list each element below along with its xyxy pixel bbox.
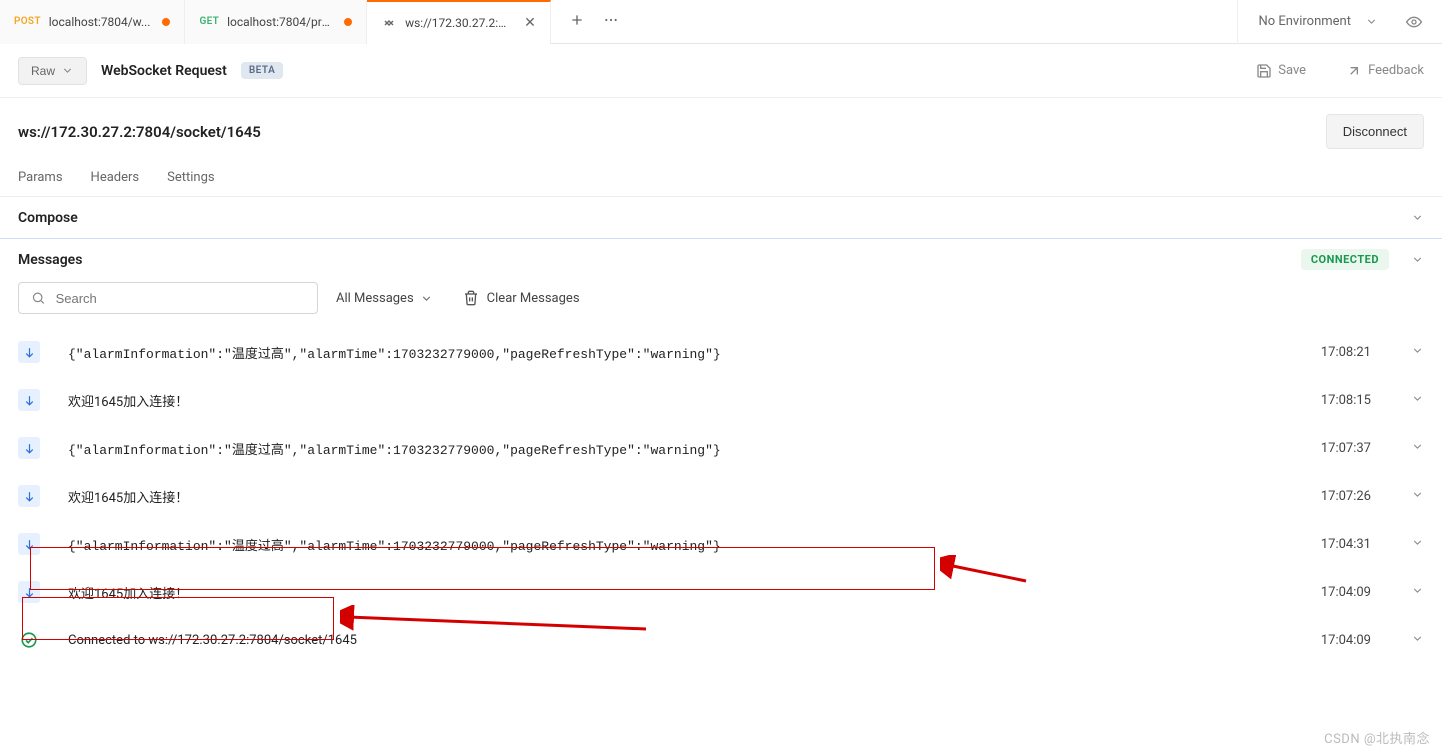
message-body: {"alarmInformation":"温度过高","alarmTime":1… (68, 535, 1279, 554)
message-time: 17:04:09 (1307, 585, 1371, 600)
tab-title: localhost:7804/pri... (227, 15, 332, 29)
chevron-down-icon[interactable] (1411, 211, 1424, 224)
request-name: WebSocket Request (101, 63, 227, 79)
connected-badge: CONNECTED (1301, 249, 1389, 270)
message-time: 17:08:15 (1307, 393, 1371, 408)
trash-icon (463, 290, 479, 306)
tab-0[interactable]: POST localhost:7804/w... (0, 0, 185, 44)
message-row[interactable]: {"alarmInformation":"温度过高","alarmTime":1… (0, 328, 1442, 376)
tab-params[interactable]: Params (18, 170, 63, 185)
url-row: ws://172.30.27.2:7804/socket/1645 Discon… (0, 98, 1442, 159)
message-body: {"alarmInformation":"温度过高","alarmTime":1… (68, 343, 1279, 362)
tab-2[interactable]: ws://172.30.27.2:7... ✕ (367, 0, 551, 44)
chevron-down-icon[interactable] (1411, 584, 1424, 601)
message-row[interactable]: {"alarmInformation":"温度过高","alarmTime":1… (0, 424, 1442, 472)
message-time: 17:07:37 (1307, 441, 1371, 456)
add-tab-button[interactable] (569, 12, 585, 32)
messages-header: Messages CONNECTED (0, 239, 1442, 278)
arrow-down-icon (18, 389, 40, 411)
clear-label: Clear Messages (487, 291, 580, 306)
arrow-down-icon (18, 437, 40, 459)
message-filter-dropdown[interactable]: All Messages (336, 291, 433, 306)
tab-title: ws://172.30.27.2:7... (405, 16, 510, 30)
message-body: 欢迎1645加入连接！ (68, 487, 1279, 506)
message-row[interactable]: {"alarmInformation":"温度过高","alarmTime":1… (0, 520, 1442, 568)
search-box[interactable] (18, 282, 318, 314)
tab-title: localhost:7804/w... (49, 15, 151, 29)
more-tabs-button[interactable] (603, 12, 619, 32)
search-icon (31, 290, 46, 306)
tabs-bar: POST localhost:7804/w... GET localhost:7804… (0, 0, 1442, 44)
messages-filter-row: All Messages Clear Messages (0, 278, 1442, 328)
chevron-down-icon[interactable] (1411, 392, 1424, 409)
connected-icon (18, 629, 40, 651)
save-icon (1256, 63, 1272, 79)
messages-title: Messages (18, 252, 1289, 268)
environment-label: No Environment (1258, 14, 1351, 29)
method-badge: GET (199, 16, 219, 27)
arrow-down-icon (18, 533, 40, 555)
chevron-down-icon[interactable] (1411, 632, 1424, 649)
message-time: 17:04:31 (1307, 537, 1371, 552)
message-body: 欢迎1645加入连接！ (68, 583, 1279, 602)
tab-settings[interactable]: Settings (167, 170, 214, 185)
unsaved-dot-icon (162, 18, 170, 26)
eye-icon[interactable] (1406, 14, 1422, 30)
compose-label: Compose (18, 210, 78, 226)
watermark: CSDN @北执南念 (1324, 728, 1430, 747)
message-time: 17:04:09 (1307, 633, 1371, 648)
arrow-down-icon (18, 485, 40, 507)
close-icon[interactable]: ✕ (524, 15, 536, 31)
raw-label: Raw (31, 64, 55, 78)
save-label: Save (1278, 63, 1306, 78)
chevron-down-icon (420, 292, 433, 305)
search-input[interactable] (56, 291, 305, 306)
tab-headers[interactable]: Headers (91, 170, 140, 185)
message-row[interactable]: 欢迎1645加入连接！ 17:04:09 (0, 568, 1442, 616)
message-list: {"alarmInformation":"温度过高","alarmTime":1… (0, 328, 1442, 664)
arrow-down-icon (18, 581, 40, 603)
chevron-down-icon[interactable] (1411, 440, 1424, 457)
tab-1[interactable]: GET localhost:7804/pri... (185, 0, 367, 44)
message-body: Connected to ws://172.30.27.2:7804/socke… (68, 633, 1279, 648)
disconnect-button[interactable]: Disconnect (1326, 114, 1424, 149)
beta-badge: BETA (241, 62, 283, 79)
unsaved-dot-icon (344, 18, 352, 26)
save-button[interactable]: Save (1256, 63, 1306, 79)
external-link-icon (1346, 63, 1362, 79)
tab-actions (551, 12, 1238, 32)
chevron-down-icon[interactable] (1411, 344, 1424, 361)
raw-dropdown[interactable]: Raw (18, 57, 87, 85)
feedback-button[interactable]: Feedback (1346, 63, 1424, 79)
message-body: 欢迎1645加入连接！ (68, 391, 1279, 410)
ws-url[interactable]: ws://172.30.27.2:7804/socket/1645 (18, 123, 1308, 141)
message-time: 17:07:26 (1307, 489, 1371, 504)
chevron-down-icon (61, 64, 74, 77)
message-row[interactable]: 欢迎1645加入连接！ 17:08:15 (0, 376, 1442, 424)
chevron-down-icon[interactable] (1411, 488, 1424, 505)
message-body: {"alarmInformation":"温度过高","alarmTime":1… (68, 439, 1279, 458)
chevron-down-icon (1365, 15, 1378, 28)
arrow-down-icon (18, 341, 40, 363)
ws-icon (381, 15, 397, 31)
message-row[interactable]: Connected to ws://172.30.27.2:7804/socke… (0, 616, 1442, 664)
filter-label: All Messages (336, 291, 414, 306)
method-badge: POST (14, 16, 41, 27)
request-header: Raw WebSocket Request BETA Save Feedback (0, 44, 1442, 98)
environment-selector[interactable]: No Environment (1237, 0, 1442, 44)
request-subtabs: Params Headers Settings (0, 159, 1442, 197)
compose-section[interactable]: Compose (0, 197, 1442, 239)
message-time: 17:08:21 (1307, 345, 1371, 360)
feedback-label: Feedback (1368, 63, 1424, 78)
chevron-down-icon[interactable] (1411, 536, 1424, 553)
chevron-down-icon[interactable] (1411, 253, 1424, 266)
clear-messages-button[interactable]: Clear Messages (463, 290, 580, 306)
message-row[interactable]: 欢迎1645加入连接！ 17:07:26 (0, 472, 1442, 520)
